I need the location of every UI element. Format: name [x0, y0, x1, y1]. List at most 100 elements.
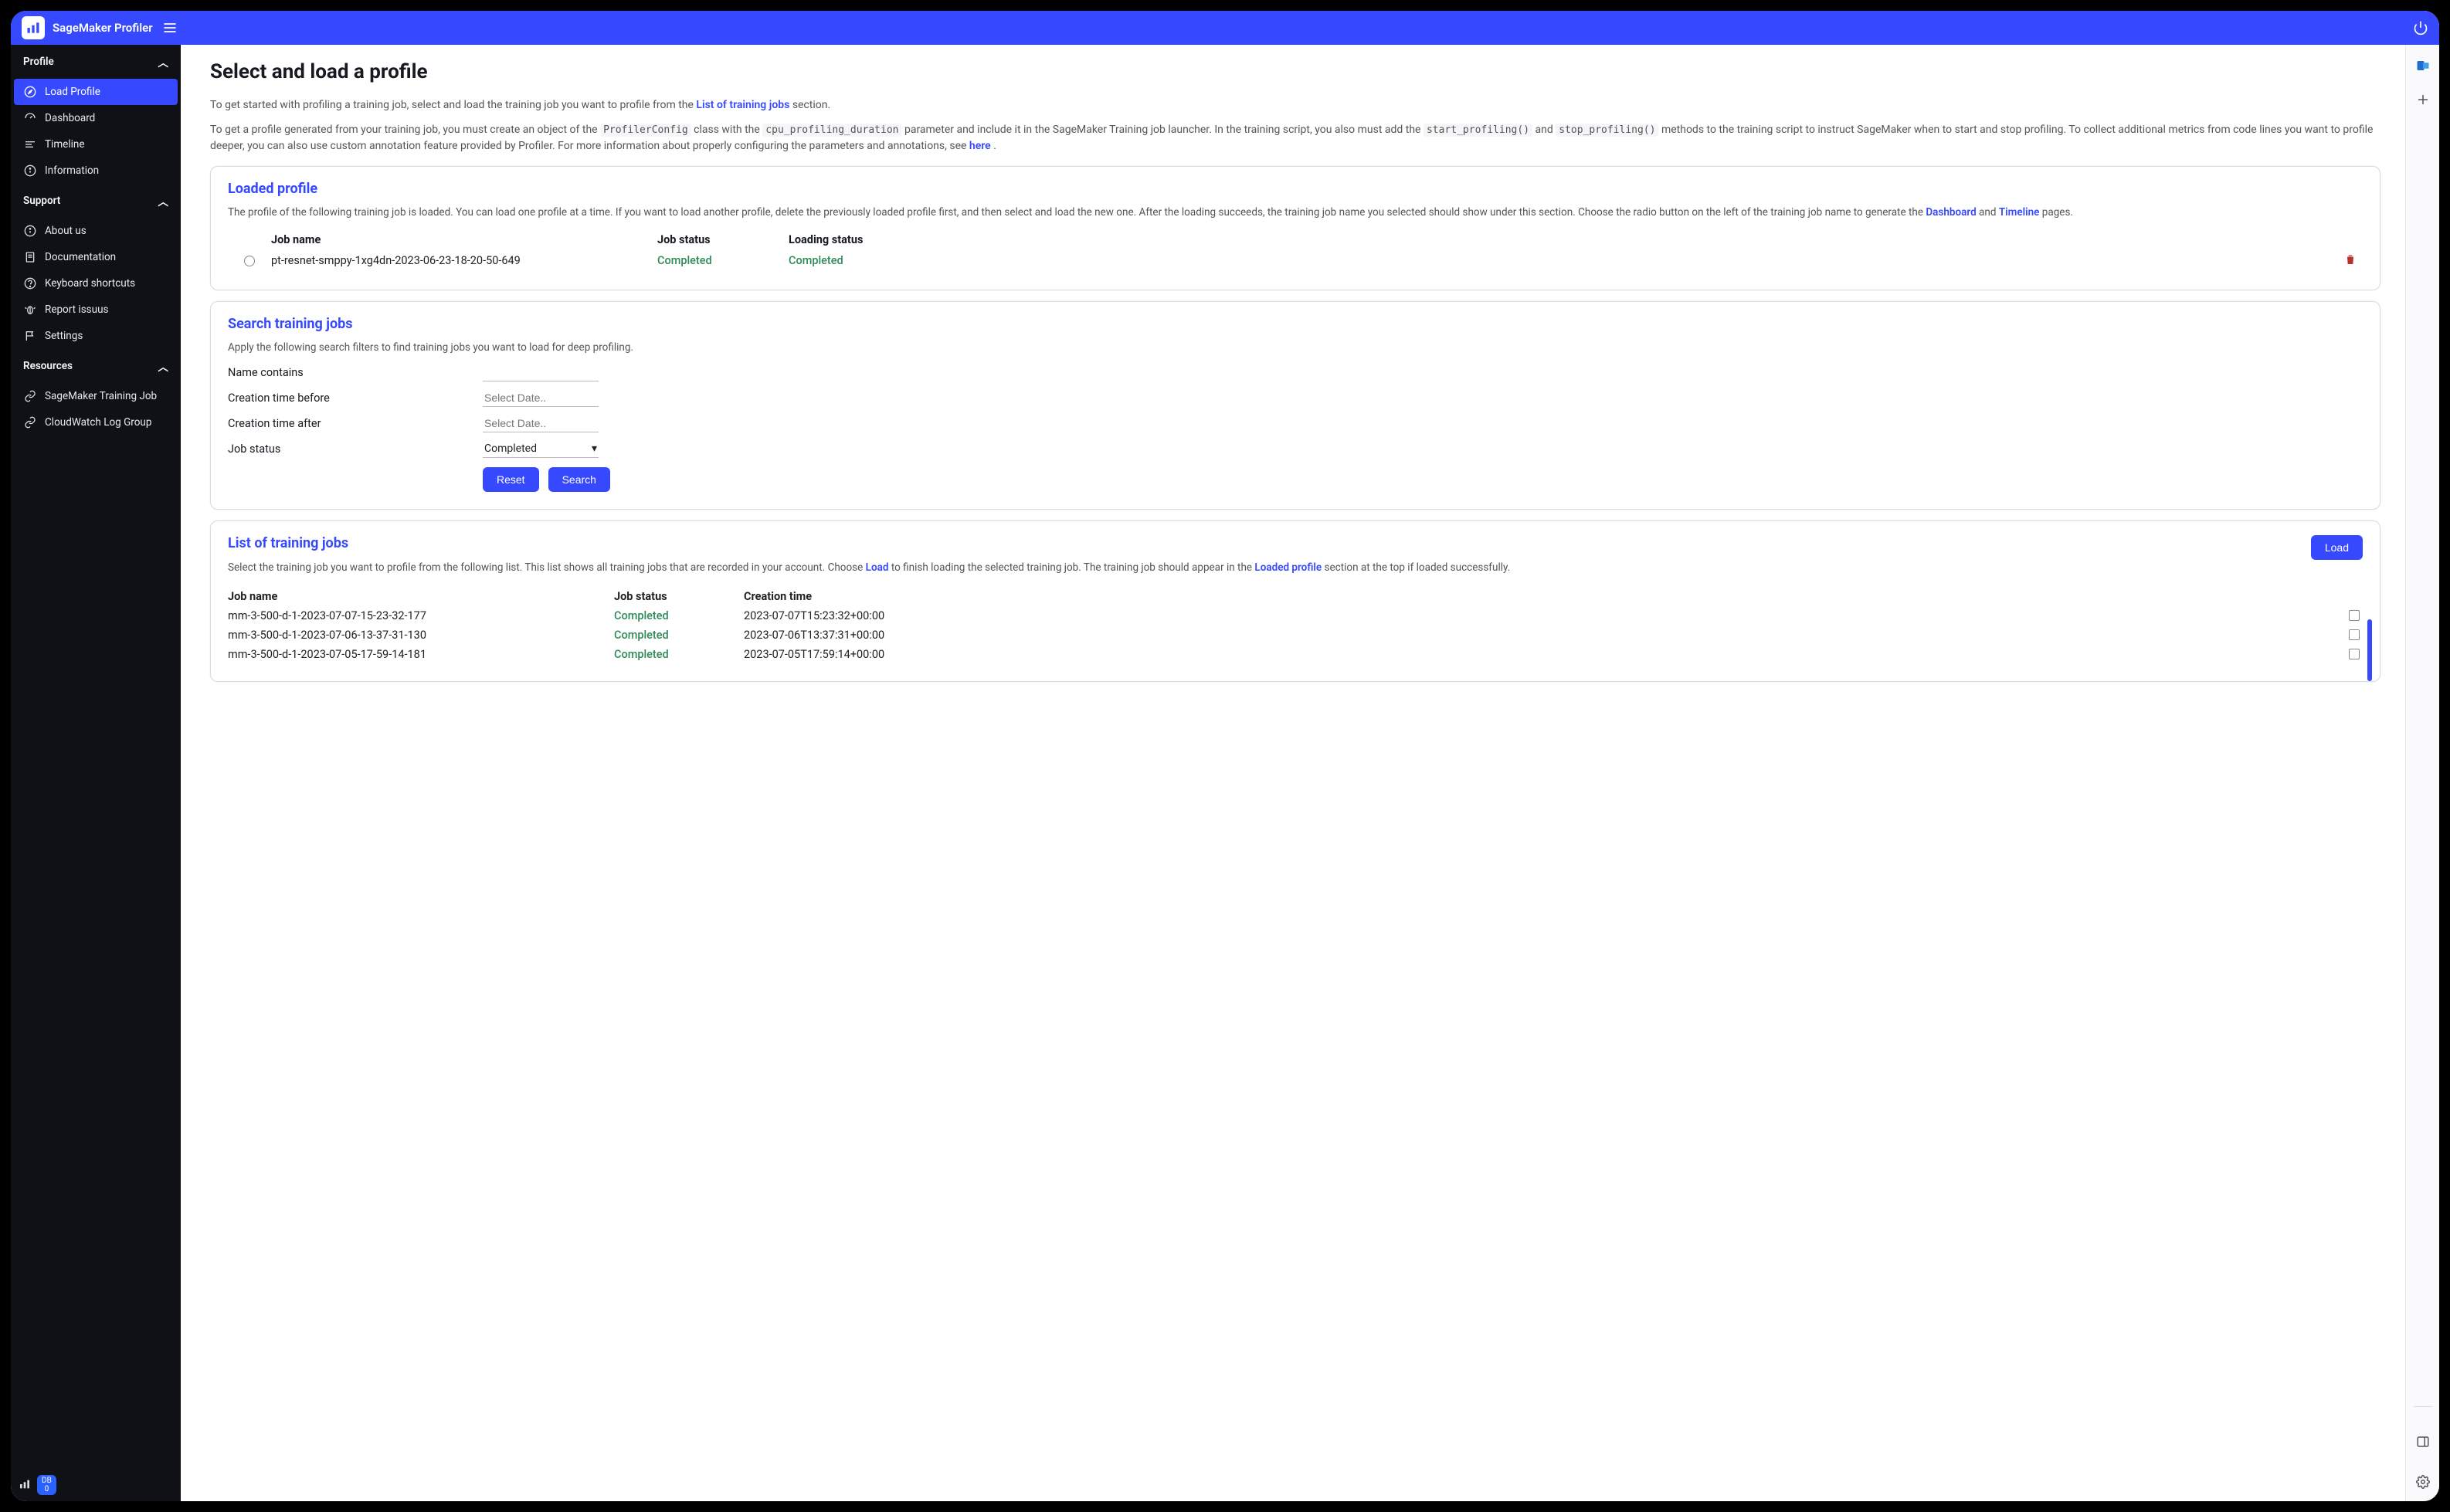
loaded-desc-c: pages.	[2042, 206, 2073, 219]
sidebar-section-resources[interactable]: Resources ︿	[11, 349, 181, 383]
code-stop-profiling: stop_profiling()	[1556, 124, 1658, 137]
search-title: Search training jobs	[228, 316, 2363, 332]
sidebar-item-cloudwatch-log-group[interactable]: CloudWatch Log Group	[11, 409, 181, 436]
sidebar-footer: DB 0	[11, 1469, 181, 1501]
reset-button[interactable]: Reset	[483, 467, 539, 492]
db-badge[interactable]: DB 0	[37, 1475, 56, 1495]
app-logo-icon	[22, 16, 45, 39]
sidebar-section-profile[interactable]: Profile ︿	[11, 45, 181, 79]
sidebar-item-information[interactable]: Information	[11, 158, 181, 184]
list-title: List of training jobs	[228, 535, 348, 551]
job-created: 2023-07-07T15:23:32+00:00	[744, 609, 937, 622]
creation-after-input[interactable]	[483, 415, 599, 432]
db-badge-bottom: 0	[45, 1485, 49, 1493]
job-created: 2023-07-05T17:59:14+00:00	[744, 648, 937, 661]
list-desc-a: Select the training job you want to prof…	[228, 561, 866, 574]
timeline-icon	[23, 137, 37, 151]
timeline-link[interactable]: Timeline	[1999, 206, 2040, 219]
sidebar-item-label: SageMaker Training Job	[45, 390, 157, 402]
sidebar-item-keyboard-shortcuts[interactable]: Keyboard shortcuts	[11, 270, 181, 297]
add-icon[interactable]	[2414, 91, 2431, 108]
job-status: Completed	[614, 648, 744, 661]
sidebar-item-about-us[interactable]: About us	[11, 218, 181, 244]
jobs-table: Job name Job status Creation time mm-3-5…	[228, 587, 2363, 664]
gear-icon[interactable]	[2414, 1473, 2431, 1490]
outlook-icon[interactable]	[2414, 57, 2431, 74]
config-paragraph: To get a profile generated from your tra…	[210, 122, 2380, 155]
code-cpu-profiling-duration: cpu_profiling_duration	[762, 124, 901, 137]
loaded-profile-card: Loaded profile The profile of the follow…	[210, 166, 2380, 290]
sidebar-item-label: Timeline	[45, 138, 85, 151]
sidebar-item-label: Keyboard shortcuts	[45, 277, 135, 290]
top-bar: SageMaker Profiler	[11, 11, 2439, 45]
search-row-status: Job status Completed ▾	[228, 440, 2363, 458]
sidebar-item-documentation[interactable]: Documentation	[11, 244, 181, 270]
code-start-profiling: start_profiling()	[1424, 124, 1532, 137]
dashboard-link[interactable]: Dashboard	[1926, 206, 1976, 219]
job-status: Completed	[614, 609, 744, 622]
delete-icon[interactable]	[2344, 256, 2357, 270]
list-scrollbar[interactable]	[2367, 619, 2372, 681]
para2-a: To get a profile generated from your tra…	[210, 124, 600, 136]
job-status-select[interactable]: Completed ▾	[483, 440, 599, 458]
list-of-training-jobs-link[interactable]: List of training jobs	[696, 99, 789, 111]
search-button-row: Reset Search	[483, 467, 2363, 492]
search-row-name: Name contains	[228, 364, 2363, 381]
sidebar-item-label: Documentation	[45, 251, 116, 263]
sidebar-section-label: Support	[23, 195, 60, 207]
col-job-status: Job status	[614, 590, 744, 603]
main-content: Select and load a profile To get started…	[181, 45, 2405, 1501]
load-button[interactable]: Load	[2311, 535, 2363, 560]
job-name: mm-3-500-d-1-2023-07-07-15-23-32-177	[228, 609, 614, 622]
creation-before-input[interactable]	[483, 389, 599, 407]
search-button[interactable]: Search	[548, 467, 610, 492]
sidebar-item-label: Report issuus	[45, 303, 109, 316]
intro-text: To get started with profiling a training…	[210, 99, 696, 111]
name-contains-input[interactable]	[483, 364, 599, 381]
label-creation-after: Creation time after	[228, 417, 483, 430]
sidebar-item-dashboard[interactable]: Dashboard	[11, 105, 181, 131]
link-icon	[23, 415, 37, 429]
table-row: mm-3-500-d-1-2023-07-07-15-23-32-177Comp…	[228, 606, 2363, 625]
col-job-status: Job status	[657, 233, 789, 246]
here-link[interactable]: here	[969, 140, 991, 152]
chevron-up-icon: ︿	[158, 54, 169, 69]
para2-c: parameter and include it in the SageMake…	[904, 124, 1424, 136]
panel-icon[interactable]	[2414, 1433, 2431, 1450]
col-loading-status: Loading status	[789, 233, 920, 246]
loaded-profile-desc: The profile of the following training jo…	[228, 205, 2363, 221]
sidebar-item-report-issues[interactable]: Report issuus	[11, 297, 181, 323]
power-icon[interactable]	[2413, 20, 2428, 36]
sidebar-item-settings[interactable]: Settings	[11, 323, 181, 349]
para2-f: .	[993, 140, 996, 152]
search-row-before: Creation time before	[228, 389, 2363, 407]
select-job-checkbox[interactable]	[2349, 629, 2360, 640]
select-profile-radio[interactable]	[244, 256, 255, 266]
menu-icon[interactable]	[162, 20, 178, 36]
chevron-down-icon: ▾	[592, 442, 597, 455]
load-link[interactable]: Load	[866, 561, 889, 574]
intro-text-suffix: section.	[792, 99, 830, 111]
select-job-checkbox[interactable]	[2349, 649, 2360, 659]
search-training-jobs-card: Search training jobs Apply the following…	[210, 301, 2380, 510]
sidebar-item-label: Load Profile	[45, 86, 100, 98]
loaded-desc-a: The profile of the following training jo…	[228, 206, 1926, 219]
search-row-after: Creation time after	[228, 415, 2363, 432]
sidebar-section-support[interactable]: Support ︿	[11, 184, 181, 218]
select-job-checkbox[interactable]	[2349, 610, 2360, 621]
table-row: mm-3-500-d-1-2023-07-05-17-59-14-181Comp…	[228, 645, 2363, 664]
sidebar-item-label: Information	[45, 164, 99, 177]
loaded-job-name: pt-resnet-smppy-1xg4dn-2023-06-23-18-20-…	[271, 254, 657, 267]
sidebar-item-load-profile[interactable]: Load Profile	[14, 79, 178, 105]
link-icon	[23, 389, 37, 403]
loaded-profile-link[interactable]: Loaded profile	[1254, 561, 1322, 574]
sidebar-section-label: Resources	[23, 360, 73, 372]
compass-icon	[23, 85, 37, 99]
speedometer-icon	[23, 111, 37, 125]
training-jobs-list-card: List of training jobs Load Select the tr…	[210, 520, 2380, 682]
table-row: Job name Job status Loading status	[228, 230, 2363, 249]
sidebar-item-sagemaker-training-job[interactable]: SageMaker Training Job	[11, 383, 181, 409]
sidebar-item-timeline[interactable]: Timeline	[11, 131, 181, 158]
info-icon	[23, 164, 37, 178]
chart-icon[interactable]	[19, 1478, 31, 1493]
